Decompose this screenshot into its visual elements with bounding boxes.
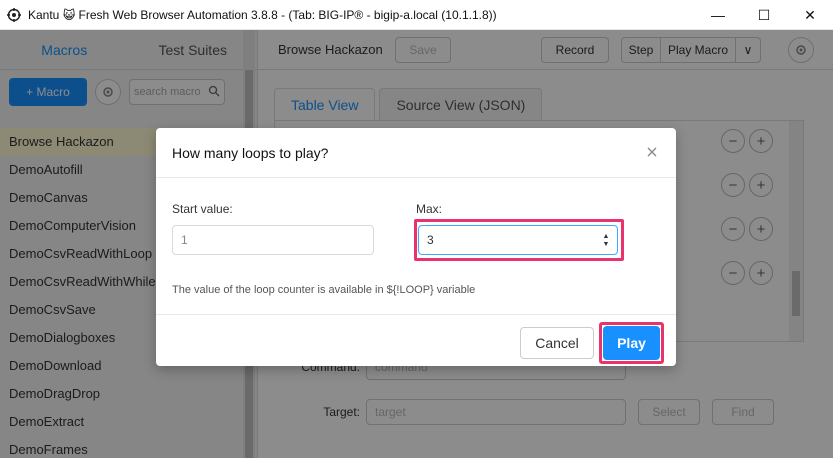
maximize-button[interactable]: ☐ bbox=[741, 0, 787, 30]
close-window-button[interactable]: ✕ bbox=[787, 0, 833, 30]
play-button[interactable]: Play bbox=[603, 326, 660, 360]
max-value: 3 bbox=[427, 233, 434, 247]
close-icon[interactable] bbox=[644, 144, 660, 160]
loop-dialog: How many loops to play? Start value: 1 M… bbox=[156, 128, 676, 366]
dialog-title: How many loops to play? bbox=[172, 144, 329, 161]
minimize-button[interactable]: — bbox=[695, 0, 741, 30]
start-value-input[interactable]: 1 bbox=[172, 225, 374, 255]
dialog-footer: Cancel Play bbox=[156, 314, 676, 366]
window-titlebar: Kantu 😺 Fresh Web Browser Automation 3.8… bbox=[0, 0, 833, 30]
dialog-body: Start value: 1 Max: 3 ▲ ▼ The value of th… bbox=[156, 178, 676, 314]
kantu-app-icon bbox=[6, 7, 22, 23]
cancel-button[interactable]: Cancel bbox=[520, 327, 594, 359]
loop-counter-note: The value of the loop counter is availab… bbox=[172, 284, 476, 296]
max-label: Max: bbox=[416, 202, 443, 216]
window-title: Kantu 😺 Fresh Web Browser Automation 3.8… bbox=[28, 7, 497, 22]
start-value-label: Start value: bbox=[172, 202, 233, 216]
max-value-input[interactable]: 3 ▲ ▼ bbox=[418, 225, 618, 255]
dialog-header: How many loops to play? bbox=[156, 128, 676, 178]
number-spinner-icon[interactable]: ▲ ▼ bbox=[601, 233, 611, 249]
